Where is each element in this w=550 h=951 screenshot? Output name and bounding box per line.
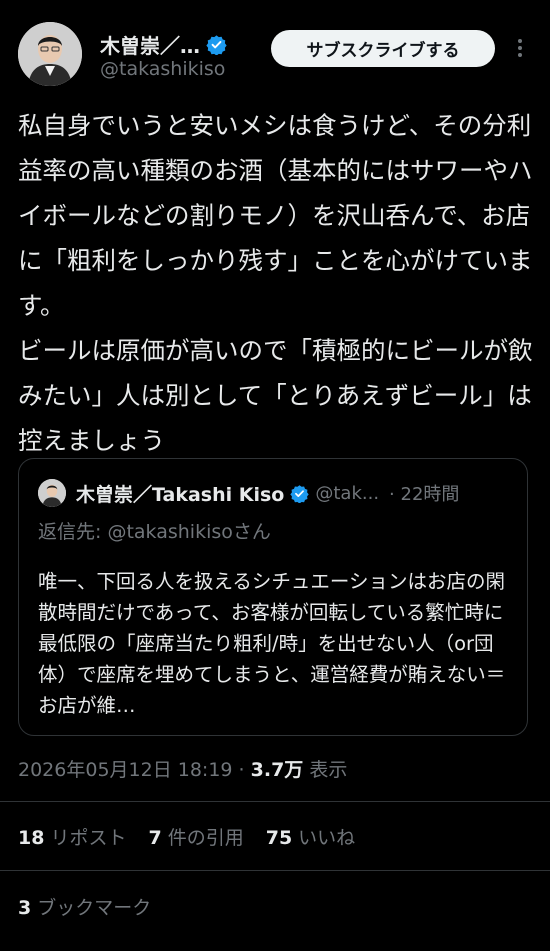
tweet-meta: 2026年05月12日 18:19 · 3.7万 表示: [18, 755, 347, 782]
divider: [0, 870, 550, 871]
quoted-author-avatar: [38, 479, 66, 507]
quotes-label: 件の引用: [167, 827, 244, 849]
tweet-text: 私自身でいうと安いメシは食うけど、その分利益率の高い種類のお酒（基本的にはサワー…: [18, 111, 533, 455]
bookmarks-label: ブックマーク: [37, 897, 152, 919]
author-handle[interactable]: @takashikiso: [100, 58, 225, 80]
reposts-count: 18: [18, 827, 45, 849]
reposts-stat[interactable]: 18 リポスト: [18, 823, 126, 850]
tweet-timestamp[interactable]: 2026年05月12日 18:19 ·: [18, 759, 251, 781]
reposts-label: リポスト: [50, 827, 127, 849]
quoted-author-name: 木曽崇／Takashi Kiso: [76, 483, 285, 506]
view-label: 表示: [303, 759, 348, 781]
divider: [0, 801, 550, 802]
avatar-photo: [18, 22, 82, 86]
engagement-stats: 18 リポスト 7 件の引用 75 いいね: [18, 823, 355, 850]
subscribe-button[interactable]: サブスクライブする: [271, 30, 495, 67]
tweet-header: 木曽崇／… @takashikiso サブスクライブする: [18, 22, 532, 86]
reply-handle[interactable]: @takashikisoさん: [107, 521, 270, 543]
likes-count: 75: [265, 827, 293, 849]
likes-label: いいね: [298, 827, 356, 849]
quoted-author-handle: @tak...: [315, 482, 380, 504]
quoted-timestamp: · 22時間: [389, 484, 460, 505]
view-count: 3.7万: [250, 759, 304, 781]
verified-badge-icon: [290, 484, 310, 503]
reply-prefix: 返信先:: [38, 521, 102, 543]
avatar-photo: [38, 479, 66, 507]
bookmarks-count: 3: [18, 897, 32, 919]
quotes-count: 7: [148, 827, 162, 849]
author-name[interactable]: 木曽崇／…: [100, 30, 200, 59]
reply-to-line: 返信先: @takashikisoさん: [38, 517, 271, 544]
quotes-stat[interactable]: 7 件の引用: [148, 823, 243, 850]
verified-badge-icon: [206, 35, 227, 55]
author-avatar[interactable]: [18, 22, 82, 86]
bookmarks-stat[interactable]: 3 ブックマーク: [18, 893, 151, 920]
likes-stat[interactable]: 75 いいね: [266, 823, 355, 850]
quoted-tweet[interactable]: 木曽崇／Takashi Kiso @tak... · 22時間 返信先: @ta…: [18, 458, 528, 736]
quoted-tweet-text: 唯一、下回る人を扱えるシチュエーションはお店の閑散時間だけであって、お客様が回転…: [38, 570, 506, 717]
more-options-icon[interactable]: [511, 36, 529, 62]
